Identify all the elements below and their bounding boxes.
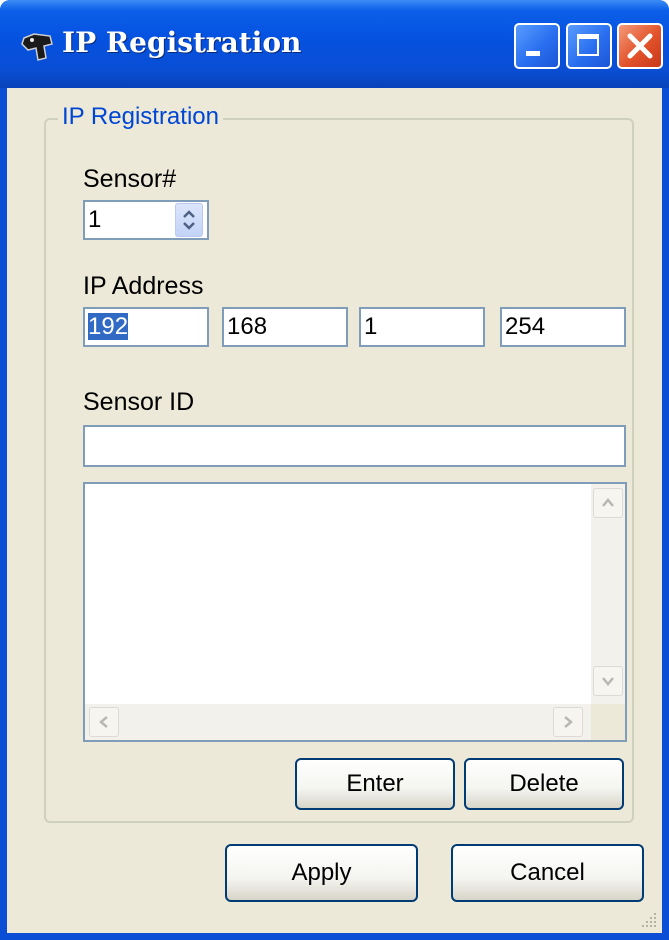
ip-octet-3-value: 1 [364, 313, 378, 340]
ip-octet-1-field[interactable]: 192 [83, 307, 209, 347]
apply-button[interactable]: Apply [225, 844, 418, 902]
scroll-left-button[interactable] [89, 707, 119, 737]
dialog-client-area: IP Registration Sensor# 1 IP Address 192… [7, 88, 662, 933]
ip-octet-2-field[interactable]: 168 [222, 307, 348, 347]
window-title: IP Registration [62, 26, 302, 59]
scroll-down-button[interactable] [593, 666, 623, 696]
sensor-id-input[interactable] [83, 425, 626, 467]
ip-octet-2-value: 168 [227, 313, 268, 340]
sensor-number-value: 1 [88, 206, 102, 233]
chevron-left-icon [99, 716, 108, 728]
ip-address-label: IP Address [83, 272, 204, 300]
chevron-right-icon [564, 716, 573, 728]
scrollbar-corner [591, 704, 625, 740]
resize-grip-icon[interactable] [640, 911, 658, 929]
ip-octet-4-value: 254 [505, 313, 546, 340]
ip-octet-3-field[interactable]: 1 [359, 307, 485, 347]
horizontal-scrollbar[interactable] [85, 704, 591, 740]
dialog-window: IP Registration IP Registration Sensor# … [0, 0, 669, 940]
sensor-id-label: Sensor ID [83, 388, 195, 416]
cancel-button[interactable]: Cancel [451, 844, 644, 902]
sensor-list[interactable] [83, 482, 627, 742]
app-icon [21, 33, 53, 61]
scroll-right-button[interactable] [553, 707, 583, 737]
group-title: IP Registration [58, 103, 223, 131]
close-icon [627, 33, 653, 59]
chevron-up-icon [602, 498, 614, 507]
vertical-scrollbar[interactable] [591, 484, 625, 704]
close-button[interactable] [617, 23, 663, 69]
sensor-number-label: Sensor# [83, 165, 177, 193]
chevron-down-icon [602, 677, 614, 686]
ip-octet-4-field[interactable]: 254 [500, 307, 626, 347]
minimize-icon [526, 51, 540, 56]
scroll-up-button[interactable] [593, 488, 623, 518]
updown-arrows-icon [183, 210, 195, 230]
stepper-arrows[interactable] [175, 203, 203, 237]
enter-button[interactable]: Enter [295, 758, 455, 810]
ip-octet-1-value: 192 [88, 313, 129, 340]
delete-button[interactable]: Delete [464, 758, 624, 810]
ip-registration-group: IP Registration Sensor# 1 IP Address 192… [44, 103, 634, 823]
minimize-button[interactable] [514, 23, 560, 69]
maximize-button[interactable] [566, 23, 612, 69]
title-bar[interactable]: IP Registration [0, 0, 669, 88]
maximize-icon [577, 34, 599, 56]
